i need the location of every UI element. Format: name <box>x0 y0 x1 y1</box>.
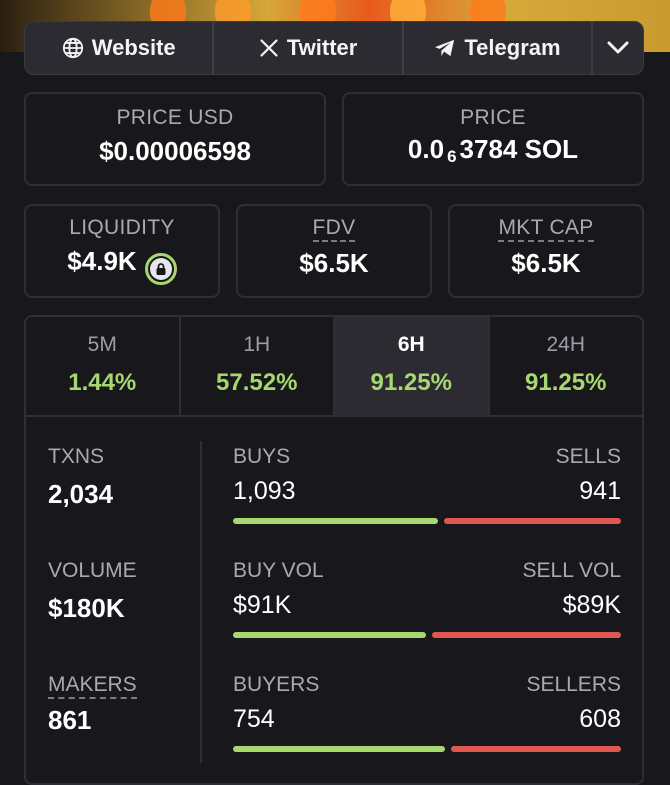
sellers-value: 608 <box>579 705 621 733</box>
sells-bar-fill <box>444 518 621 524</box>
buys-value: 1,093 <box>233 477 296 505</box>
volume-stat: VOLUME $180K <box>48 559 137 624</box>
price-sol-label: PRICE <box>460 106 526 129</box>
telegram-button[interactable]: Telegram <box>404 22 594 74</box>
twitter-label: Twitter <box>286 35 358 60</box>
price-sol-prefix: 0.0 <box>407 134 445 164</box>
buyers-sellers-bar <box>233 746 621 752</box>
liquidity-value: $4.9K <box>67 246 137 276</box>
buyers-bar-fill <box>233 746 445 752</box>
liquidity-label: LIQUIDITY <box>69 216 175 239</box>
txns-label: TXNS <box>48 445 105 468</box>
website-button[interactable]: Website <box>25 22 215 74</box>
volume-label: VOLUME <box>48 559 137 582</box>
volume-value: $180K <box>48 593 125 623</box>
buys-sells-split: BUYS SELLS 1,093 941 <box>233 445 621 524</box>
tab-1h[interactable]: 1H 57.52% <box>181 317 335 415</box>
tab-label: 6H <box>397 333 425 356</box>
timeframe-tabs: 5M 1.44% 1H 57.52% 6H 91.25% 24H 91.25% <box>26 317 642 417</box>
sell-vol-label: SELL VOL <box>522 559 621 582</box>
mkt-cap-card: MKT CAP $6.5K <box>448 204 644 298</box>
tab-label: 5M <box>87 333 117 356</box>
buyers-value: 754 <box>233 705 275 733</box>
social-links-bar: Website Twitter Telegram <box>24 21 644 75</box>
sell-vol-bar-fill <box>432 632 621 638</box>
fdv-value: $6.5K <box>299 248 369 278</box>
telegram-icon <box>435 39 455 57</box>
twitter-button[interactable]: Twitter <box>214 22 404 74</box>
sells-label: SELLS <box>555 445 621 468</box>
buys-sells-bar <box>233 518 621 524</box>
tab-change: 57.52% <box>216 369 298 396</box>
liquidity-value-row: $4.9K <box>26 246 218 285</box>
buy-vol-bar-fill <box>233 632 426 638</box>
buys-label: BUYS <box>233 445 291 468</box>
sells-value: 941 <box>579 477 621 505</box>
tab-5m[interactable]: 5M 1.44% <box>26 317 181 415</box>
makers-stat: MAKERS 861 <box>48 673 137 736</box>
tab-label: 1H <box>243 333 271 356</box>
liquidity-card: LIQUIDITY $4.9K <box>24 204 220 298</box>
tab-change: 91.25% <box>525 369 607 396</box>
buy-vol-label: BUY VOL <box>233 559 324 582</box>
buy-sell-vol-split: BUY VOL SELL VOL $91K $89K <box>233 559 621 638</box>
sell-vol-value: $89K <box>562 591 621 619</box>
tab-label: 24H <box>546 333 586 356</box>
globe-icon <box>62 37 83 59</box>
txns-stat: TXNS 2,034 <box>48 445 113 510</box>
stats-rows: TXNS 2,034 VOLUME $180K MAKERS 861 BUYS S… <box>26 417 642 783</box>
mkt-cap-value: $6.5K <box>511 248 581 278</box>
mkt-cap-label[interactable]: MKT CAP <box>498 216 594 242</box>
price-usd-label: PRICE USD <box>116 106 234 129</box>
txn-stats-panel: 5M 1.44% 1H 57.52% 6H 91.25% 24H 91.25% … <box>24 315 644 785</box>
buyers-sellers-split: BUYERS SELLERS 754 608 <box>233 673 621 752</box>
price-sol-value: 0.0 6 3784 SOL <box>344 134 642 167</box>
buyers-label: BUYERS <box>233 673 320 696</box>
tab-change: 1.44% <box>68 369 137 396</box>
buy-sell-vol-bar <box>233 632 621 638</box>
stats-divider <box>200 441 202 763</box>
chevron-down-icon <box>607 41 629 54</box>
fdv-label[interactable]: FDV <box>312 216 356 242</box>
price-usd-card: PRICE USD $0.00006598 <box>24 92 326 186</box>
tab-6h[interactable]: 6H 91.25% <box>335 317 490 415</box>
sellers-label: SELLERS <box>526 673 621 696</box>
price-usd-value: $0.00006598 <box>99 136 251 166</box>
price-sol-rest: 3784 SOL <box>459 134 579 164</box>
x-logo-icon <box>260 39 278 57</box>
buys-bar-fill <box>233 518 438 524</box>
price-sol-zero-count: 6 <box>447 147 457 166</box>
makers-value: 861 <box>48 705 92 735</box>
telegram-label: Telegram <box>464 35 561 60</box>
more-links-button[interactable] <box>593 22 643 74</box>
tab-change: 91.25% <box>370 369 452 396</box>
txns-value: 2,034 <box>48 479 114 509</box>
fdv-card: FDV $6.5K <box>236 204 432 298</box>
makers-label[interactable]: MAKERS <box>48 673 137 699</box>
sellers-bar-fill <box>451 746 621 752</box>
website-label: Website <box>91 35 176 60</box>
tab-24h[interactable]: 24H 91.25% <box>490 317 643 415</box>
buy-vol-value: $91K <box>233 591 292 619</box>
price-sol-card: PRICE 0.0 6 3784 SOL <box>342 92 644 186</box>
lock-icon[interactable] <box>144 253 177 285</box>
